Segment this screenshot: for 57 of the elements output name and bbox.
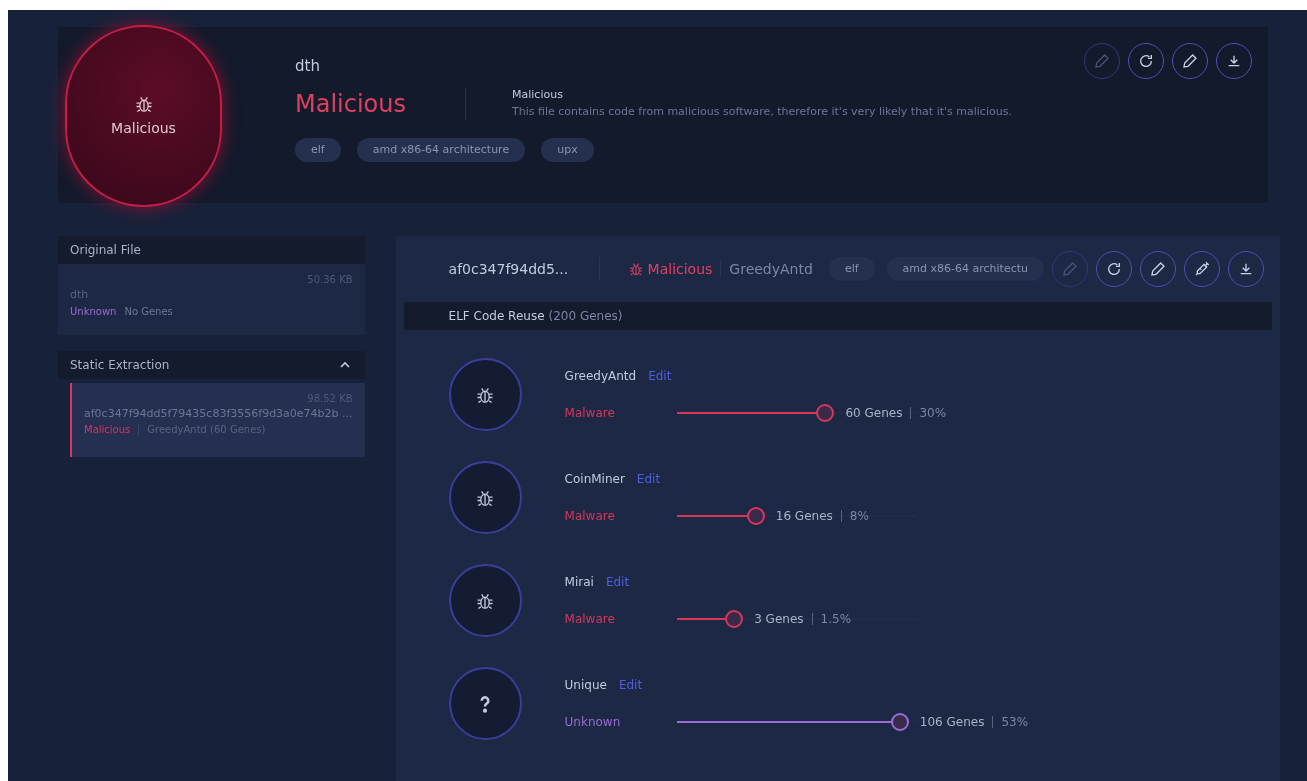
tag: amd x86-64 architecture [356, 137, 526, 162]
tag: elf [828, 256, 875, 282]
family-label: GreedyAntd [729, 259, 813, 279]
gene-count: 16 Genes [775, 507, 833, 525]
section-title: ELF Code Reuse [448, 308, 545, 325]
bug-icon [627, 261, 644, 277]
edit-link[interactable]: Edit [648, 366, 672, 385]
gene-percent: 1.5% [820, 610, 852, 628]
edit-link[interactable]: Edit [618, 675, 643, 694]
panel-title: Original File [70, 242, 141, 259]
edit-link[interactable]: Edit [636, 469, 661, 488]
slider-thumb[interactable] [746, 506, 765, 525]
refresh-icon [1106, 261, 1122, 277]
edit-link[interactable]: Edit [605, 572, 630, 591]
gene-count: (200 Genes) [548, 308, 623, 325]
verdict-heading: Malicious [512, 87, 564, 103]
family-name: Unique [564, 676, 607, 694]
panel-title: Static Extraction [70, 356, 170, 374]
verdict-label: Malicious [84, 423, 131, 437]
slider-thumb[interactable] [725, 609, 744, 628]
gene-percent: 53% [1001, 713, 1029, 731]
tag: upx [541, 137, 594, 162]
verdict-label: Malicious [111, 119, 176, 138]
pencil-icon [1182, 53, 1198, 69]
verdict-label: Malicious [647, 259, 713, 279]
tag: amd x86-64 architectu [886, 256, 1044, 282]
file-hash: af0c347f94dd5... [448, 259, 570, 279]
verdict-title: Malicious [295, 88, 407, 120]
gene-percent: 30% [919, 404, 947, 422]
tag: elf [295, 137, 341, 162]
slider-thumb[interactable] [816, 403, 835, 422]
refresh-icon [1138, 53, 1154, 69]
pencil-icon [1062, 261, 1078, 277]
family-name: CoinMiner [564, 470, 625, 488]
gene-count: 3 Genes [754, 610, 804, 628]
family-name: GreedyAntd [564, 367, 637, 385]
file-name: dth [70, 287, 90, 303]
category-label: Unknown [564, 713, 622, 731]
gene-count: 60 Genes [845, 404, 903, 422]
category-label: Malware [564, 404, 616, 422]
pencil-icon [1150, 261, 1166, 277]
verdict-label: Unknown [70, 304, 117, 319]
gene-count: 106 Genes [919, 713, 985, 731]
section-header[interactable]: Static Extraction [58, 350, 365, 379]
syringe-icon [1194, 261, 1210, 277]
download-icon [1226, 53, 1242, 69]
verdict-description: This file contains code from malicious software, therefore it's very likely that it's malicious. [512, 103, 1012, 120]
family-name: Mirai [564, 573, 594, 591]
file-hash: af0c347f94dd5f79435c83f3556f9d3a0e74b2b ... [84, 405, 353, 422]
gene-percent: 8% [849, 507, 869, 525]
download-icon [1238, 261, 1254, 277]
category-label: Malware [564, 610, 616, 628]
slider-thumb[interactable] [890, 712, 909, 731]
pencil-icon [1094, 53, 1110, 69]
category-label: Malware [564, 507, 616, 525]
genes-label: No Genes [124, 304, 173, 319]
file-name: dth [295, 56, 321, 77]
